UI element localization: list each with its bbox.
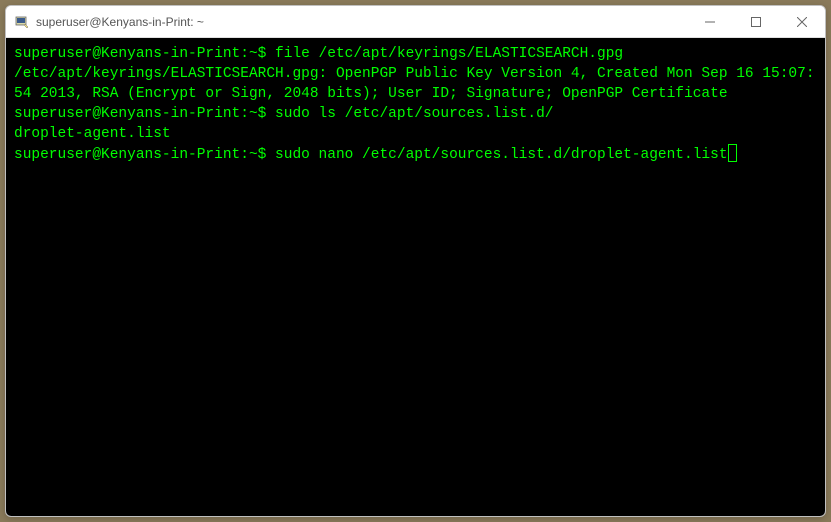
terminal-line: superuser@Kenyans-in-Print:~$ sudo nano … [14,144,817,165]
prompt: superuser@Kenyans-in-Print:~$ [14,46,266,62]
titlebar[interactable]: superuser@Kenyans-in-Print: ~ [6,6,825,38]
putty-icon [14,14,30,30]
terminal-output: droplet-agent.list [14,124,817,144]
terminal-body[interactable]: superuser@Kenyans-in-Print:~$ file /etc/… [6,38,825,516]
prompt: superuser@Kenyans-in-Print:~$ [14,106,266,122]
maximize-button[interactable] [733,6,779,37]
minimize-button[interactable] [687,6,733,37]
window-title: superuser@Kenyans-in-Print: ~ [36,15,687,29]
terminal-window: superuser@Kenyans-in-Print: ~ superuser@… [5,5,826,517]
command-text: file /etc/apt/keyrings/ELASTICSEARCH.gpg [266,46,623,62]
terminal-line: superuser@Kenyans-in-Print:~$ sudo ls /e… [14,104,817,124]
terminal-line: superuser@Kenyans-in-Print:~$ file /etc/… [14,44,817,64]
close-button[interactable] [779,6,825,37]
terminal-output: /etc/apt/keyrings/ELASTICSEARCH.gpg: Ope… [14,64,817,104]
cursor [728,144,737,162]
command-text: sudo nano /etc/apt/sources.list.d/drople… [266,147,727,163]
window-controls [687,6,825,37]
command-text: sudo ls /etc/apt/sources.list.d/ [266,106,553,122]
prompt: superuser@Kenyans-in-Print:~$ [14,147,266,163]
